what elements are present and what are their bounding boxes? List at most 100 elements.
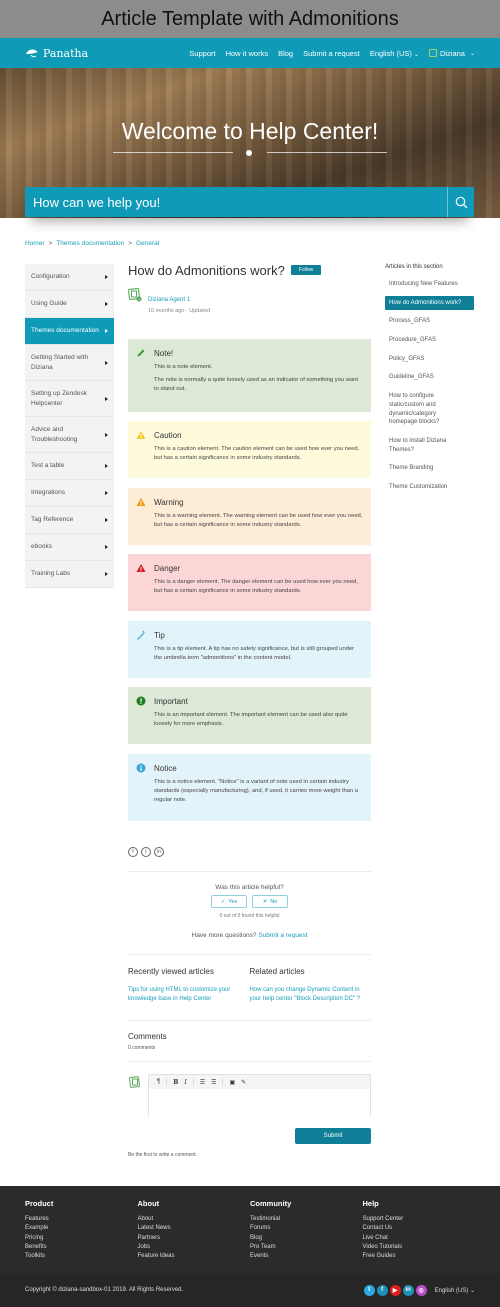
breadcrumb: Homer > Themes documentation > General — [25, 240, 160, 247]
sidebar-item-test-table[interactable]: Test a table — [25, 453, 114, 480]
facebook-icon[interactable]: f — [376, 1284, 388, 1296]
sidebar-item-configuration[interactable]: Configuration — [25, 264, 114, 291]
section-article-link[interactable]: How to configure static/custom and dynam… — [385, 392, 457, 427]
search-button[interactable] — [447, 187, 474, 217]
breadcrumb-category[interactable]: Themes documentation — [56, 240, 124, 247]
footer-link[interactable]: Free Guides — [363, 1252, 476, 1261]
footer-link[interactable]: Contact Us — [363, 1224, 476, 1233]
section-article-link[interactable]: Theme Customization — [385, 483, 474, 492]
section-article-link[interactable]: Procedure_GFAS — [385, 336, 474, 345]
section-article-link[interactable]: Introducing New Features — [385, 280, 474, 289]
footer-link[interactable]: Support Center — [363, 1215, 476, 1224]
admonition-important: Important This is an important element. … — [128, 687, 371, 744]
bold-icon[interactable]: B — [173, 1079, 178, 1086]
instagram-icon[interactable]: ◎ — [415, 1284, 427, 1296]
footer-link[interactable]: Events — [250, 1252, 363, 1261]
footer-link[interactable]: Features — [25, 1215, 138, 1224]
author-avatar[interactable]: + — [128, 288, 142, 302]
category-sidebar: Configuration Using Guide Themes documen… — [25, 264, 114, 588]
link-icon[interactable]: ✎ — [241, 1079, 246, 1086]
user-menu[interactable]: Diziana ⌄ — [428, 48, 475, 58]
italic-icon[interactable]: I — [184, 1079, 186, 1086]
section-article-link[interactable]: How to install Diziana Themes? — [385, 437, 457, 454]
section-article-link[interactable]: Process_GFAS — [385, 317, 474, 326]
vote-yes-button[interactable]: ✓ Yes — [211, 895, 247, 908]
footer-language-selector[interactable]: English (US) ⌄ — [435, 1287, 475, 1294]
page-caption: Article Template with Admonitions — [0, 0, 500, 38]
footer-column-help: Help Support Center Contact Us Live Chat… — [363, 1199, 476, 1261]
linkedin-icon[interactable]: in — [154, 847, 164, 857]
youtube-icon[interactable]: ▶ — [389, 1284, 401, 1296]
vote-count: 0 out of 0 found this helpful — [219, 913, 280, 919]
footer-column-about: About About Latest News Partners Jobs Fe… — [138, 1199, 251, 1261]
logo[interactable]: Panatha — [25, 47, 88, 60]
breadcrumb-section[interactable]: General — [136, 240, 159, 247]
sidebar-item-training-labs[interactable]: Training Labs — [25, 561, 114, 588]
footer-link[interactable]: Video Tutorials — [363, 1243, 476, 1252]
footer-link[interactable]: Live Chat — [363, 1234, 476, 1243]
warning-triangle-icon — [136, 497, 146, 507]
sidebar-item-themes-documentation[interactable]: Themes documentation — [25, 318, 114, 345]
footer-link[interactable]: Jobs — [138, 1243, 251, 1252]
vote-no-button[interactable]: ✕ No — [252, 895, 288, 908]
caret-right-icon — [105, 329, 108, 333]
section-article-link[interactable]: Theme Branding — [385, 464, 474, 473]
footer-link[interactable]: Toolkits — [25, 1252, 138, 1261]
sidebar-item-ebooks[interactable]: ebooks — [25, 534, 114, 561]
footer-link[interactable]: Pro Team — [250, 1243, 363, 1252]
sidebar-item-tag-reference[interactable]: Tag Reference — [25, 507, 114, 534]
related-article-link[interactable]: How can you change Dynamic Content in yo… — [250, 986, 368, 1005]
twitter-icon[interactable]: t — [363, 1284, 375, 1296]
nav-link-support[interactable]: Support — [189, 49, 215, 58]
footer-column-community: Community Testimonial Forums Blog Pro Te… — [250, 1199, 363, 1261]
footer-link[interactable]: Forums — [250, 1224, 363, 1233]
article-meta: 10 months ago · Updated — [148, 308, 211, 314]
language-selector[interactable]: English (US) ⌄ — [370, 49, 419, 58]
numbered-list-icon[interactable]: ☰ — [211, 1079, 216, 1086]
author-name[interactable]: Diziana Agent 1 — [148, 297, 190, 303]
sidebar-item-getting-started[interactable]: Getting Started with Diziana — [25, 345, 114, 381]
facebook-icon[interactable]: f — [128, 847, 138, 857]
footer-link[interactable]: Latest News — [138, 1224, 251, 1233]
vote-question: Was this article helpful? — [215, 884, 284, 891]
footer-link[interactable]: Blog — [250, 1234, 363, 1243]
paragraph-icon[interactable]: ¶ — [157, 1079, 160, 1085]
nav-link-blog[interactable]: Blog — [278, 49, 293, 58]
comment-editor: ¶ B I ☰ ☰ ▣ ✎ — [148, 1074, 371, 1116]
submit-comment-button[interactable]: Submit — [295, 1128, 371, 1144]
comment-textarea[interactable] — [149, 1089, 370, 1116]
section-article-link[interactable]: Guideline_GFAS — [385, 373, 474, 382]
recently-viewed-title: Recently viewed articles — [128, 967, 214, 976]
search-input[interactable] — [25, 187, 447, 217]
breadcrumb-home[interactable]: Homer — [25, 240, 45, 247]
sidebar-item-advice-troubleshooting[interactable]: Advice and Troubleshooting — [25, 417, 114, 453]
twitter-icon[interactable]: t — [141, 847, 151, 857]
comments-title: Comments — [128, 1032, 167, 1041]
caret-right-icon — [105, 464, 108, 468]
copyright: Copyright © diziana-sandbox-01 2019. All… — [25, 1287, 184, 1293]
footer-link[interactable]: Feature Ideas — [138, 1252, 251, 1261]
footer-link[interactable]: Partners — [138, 1234, 251, 1243]
user-name: Diziana — [439, 48, 465, 58]
footer-link[interactable]: Example — [25, 1224, 138, 1233]
linkedin-icon[interactable]: in — [402, 1284, 414, 1296]
nav-link-how-it-works[interactable]: How it works — [226, 49, 269, 58]
section-article-link[interactable]: Policy_GFAS — [385, 355, 474, 364]
nav-link-submit-request[interactable]: Submit a request — [303, 49, 360, 58]
footer-link[interactable]: Pricing — [25, 1234, 138, 1243]
bulleted-list-icon[interactable]: ☰ — [200, 1079, 205, 1086]
sidebar-item-integrations[interactable]: Integrations — [25, 480, 114, 507]
image-icon[interactable]: ▣ — [229, 1079, 235, 1086]
submit-request-link[interactable]: Submit a request — [258, 932, 307, 939]
section-article-link-active[interactable]: How do Admonitions work? — [385, 295, 474, 311]
follow-button[interactable]: Follow — [290, 265, 322, 275]
footer: Product Features Example Pricing Benefit… — [0, 1186, 500, 1307]
sidebar-item-setting-up-zendesk[interactable]: Setting up Zendesk Helpcenter — [25, 381, 114, 417]
footer-link[interactable]: Testimonial — [250, 1215, 363, 1224]
article-header: How do Admonitions work? Follow — [128, 262, 371, 278]
comments-section: Comments 0 comments — [128, 1032, 371, 1051]
sidebar-item-using-guide[interactable]: Using Guide — [25, 291, 114, 318]
recently-viewed-link[interactable]: Tips for using HTML to customize your kn… — [128, 986, 246, 1005]
footer-link[interactable]: Benefits — [25, 1243, 138, 1252]
footer-link[interactable]: About — [138, 1215, 251, 1224]
